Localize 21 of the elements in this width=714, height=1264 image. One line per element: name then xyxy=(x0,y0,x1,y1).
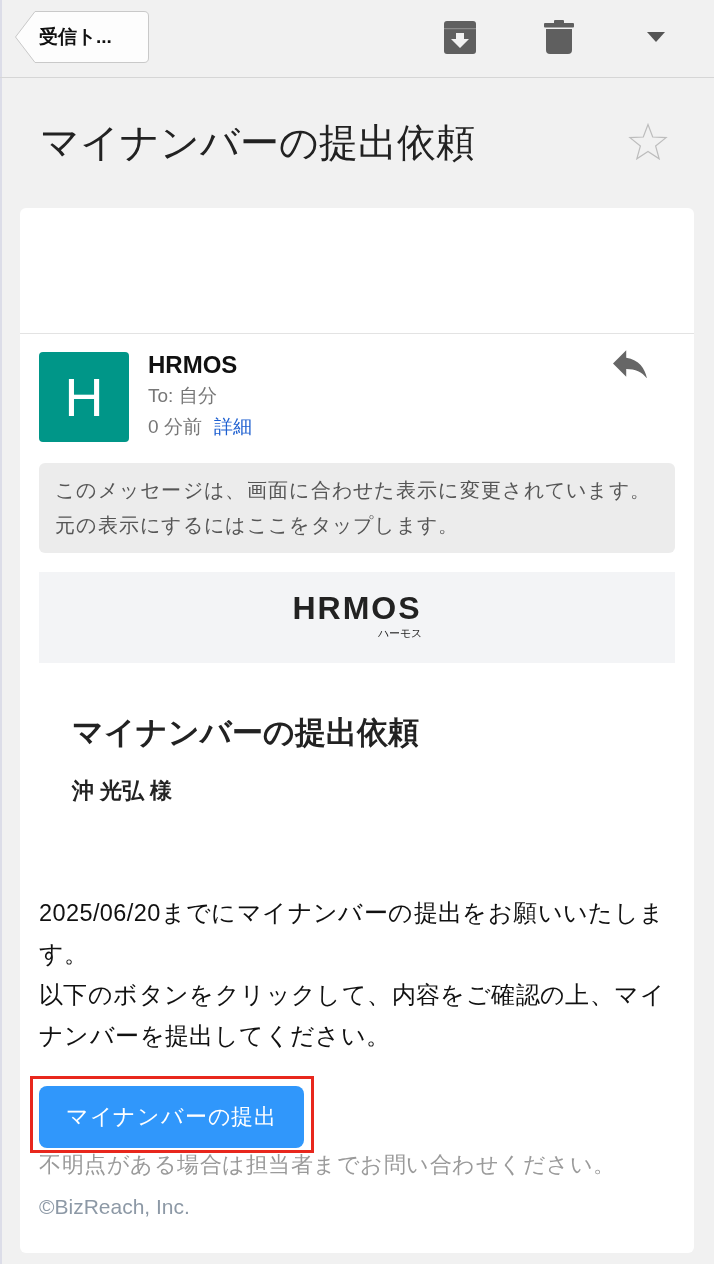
trash-icon[interactable] xyxy=(544,20,574,54)
logo-wordmark: HRMOS xyxy=(292,592,422,624)
subject-title: マイナンバーの提出依頼 xyxy=(40,119,476,166)
reply-icon[interactable] xyxy=(613,350,647,378)
star-icon[interactable] xyxy=(628,123,668,163)
copyright-text: ©BizReach, Inc. xyxy=(39,1194,190,1220)
sender-name: HRMOS xyxy=(148,350,238,380)
body-paragraph: 2025/06/20までにマイナンバーの提出をお願いいたします。 xyxy=(39,899,666,969)
time-text: 0 分前 xyxy=(148,415,202,439)
back-button[interactable]: 受信ト... xyxy=(14,10,150,64)
logo-reading: ハーモス xyxy=(377,628,422,639)
caret-icon[interactable] xyxy=(647,32,665,42)
recipient-text: To: 自分 xyxy=(148,384,217,408)
body-paragraph: 以下のボタンをクリックして、内容をご確認の上、マイナンバーを提出してください。 xyxy=(39,981,666,1051)
sender-avatar: H xyxy=(39,352,129,442)
contact-note: 不明点がある場合は担当者までお問い合わせください。 xyxy=(39,1151,616,1179)
archive-icon[interactable] xyxy=(444,20,476,54)
notice-banner[interactable]: このメッセージは、画面に合わせた表示に変更されています。元の表示にするにはここをタップします。 xyxy=(39,463,675,553)
addressee-name: 沖 光弘 様 xyxy=(72,777,173,805)
email-heading: マイナンバーの提出依頼 xyxy=(72,714,419,752)
details-link[interactable]: 詳細 xyxy=(213,411,252,442)
